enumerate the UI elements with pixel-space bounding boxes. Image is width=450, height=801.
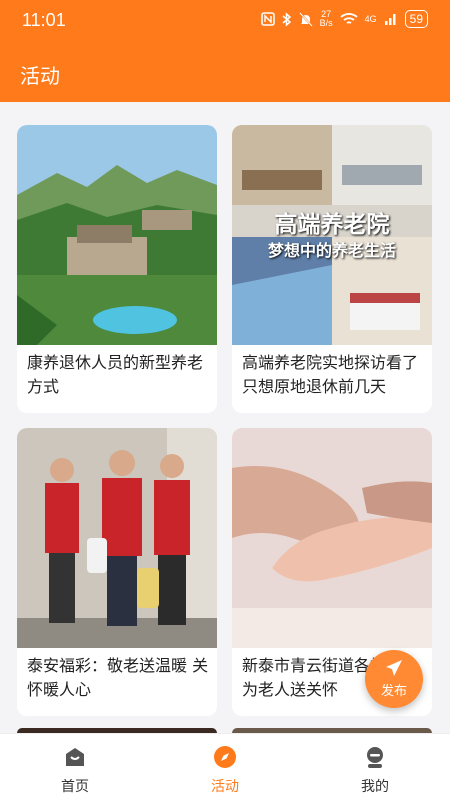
compass-icon — [214, 746, 236, 768]
overlay-subtitle: 梦想中的养老生活 — [267, 241, 396, 260]
card-caption: 泰安福彩：敬老送温暖 关怀暖人心 — [27, 656, 209, 699]
card-image-holding-hands — [232, 428, 432, 648]
publish-label: 发布 — [380, 684, 407, 699]
signal-icon — [384, 14, 396, 25]
card-image-mountain-resort — [17, 125, 217, 345]
mute-bell-icon — [298, 11, 313, 27]
signal-label: 4G — [364, 14, 377, 24]
card-caption: 康养退休人员的新型养老方式 — [27, 353, 204, 396]
status-icons: 27 B/s 4G 59 — [260, 9, 428, 28]
nav-item-activity[interactable]: 活动 — [150, 734, 300, 801]
activity-card[interactable]: 高端养老院 梦想中的养老生活 高端养老院实地探访看了只想原地退休前几天 — [232, 125, 432, 413]
page-title: 活动 — [20, 64, 60, 88]
nav-label: 我的 — [361, 779, 389, 795]
card-caption: 高端养老院实地探访看了只想原地退休前几天 — [242, 353, 419, 396]
activity-card[interactable]: 泰安福彩：敬老送温暖 关怀暖人心 — [17, 428, 217, 716]
activity-card[interactable]: 康养退休人员的新型养老方式 — [17, 125, 217, 413]
status-time: 11:01 — [22, 10, 66, 30]
nav-item-profile[interactable]: 我的 — [300, 734, 450, 801]
app-header: 11:01 27 B/s 4G 59 活动 — [0, 0, 450, 102]
nav-label: 活动 — [211, 779, 239, 795]
publish-button[interactable]: 发布 — [365, 650, 423, 708]
nfc-icon — [260, 12, 275, 26]
status-bar: 11:01 27 B/s 4G 59 — [0, 0, 450, 42]
home-icon — [66, 748, 84, 766]
net-speed: 27 B/s — [319, 9, 333, 28]
bottom-nav: 首页 活动 我的 — [0, 733, 450, 801]
overlay-title: 高端养老院 — [274, 212, 390, 238]
profile-icon — [367, 747, 383, 768]
nav-item-home[interactable]: 首页 — [0, 734, 150, 801]
battery-indicator: 59 — [404, 10, 428, 28]
send-icon — [386, 660, 402, 676]
wifi-icon — [340, 13, 358, 24]
nav-label: 首页 — [61, 779, 89, 795]
bluetooth-icon — [282, 11, 291, 27]
card-image-volunteers — [17, 428, 217, 648]
card-image-nursing-home: 高端养老院 梦想中的养老生活 — [232, 125, 432, 345]
